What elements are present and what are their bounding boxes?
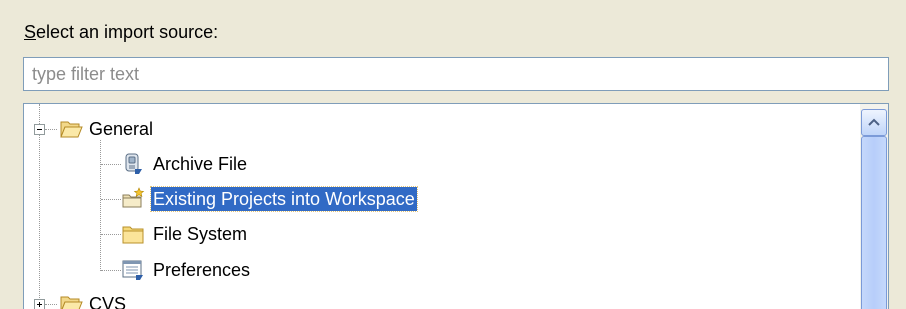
chevron-up-icon: [868, 118, 880, 126]
tree-item-label: Existing Projects into Workspace: [150, 186, 418, 212]
tree-item-general[interactable]: General: [24, 114, 854, 144]
import-source-label: Select an import source:: [24, 20, 218, 44]
open-folder-icon: [59, 292, 83, 309]
collapse-toggle[interactable]: [34, 124, 45, 135]
tree-item-label: General: [89, 119, 154, 139]
tree-item-file-system[interactable]: File System: [24, 219, 854, 249]
preferences-icon: [121, 258, 145, 282]
archive-file-icon: [121, 152, 145, 176]
tree-item-cvs[interactable]: CVS: [24, 289, 854, 309]
tree-item-label: Archive File: [153, 154, 248, 174]
tree-item-existing-projects[interactable]: Existing Projects into Workspace: [24, 184, 854, 214]
tree-item-label: File System: [153, 224, 248, 244]
import-source-label-text: elect an import source:: [36, 22, 219, 42]
scroll-up-button[interactable]: [861, 109, 887, 136]
filter-input[interactable]: [24, 58, 888, 90]
folder-icon: [121, 222, 145, 246]
tree-item-archive-file[interactable]: Archive File: [24, 149, 854, 179]
open-folder-icon: [59, 117, 83, 141]
import-source-tree[interactable]: General Archive File Existing Projects i…: [23, 103, 889, 309]
filter-field[interactable]: [23, 57, 889, 91]
tree-item-preferences[interactable]: Preferences: [24, 255, 854, 285]
scroll-thumb[interactable]: [861, 136, 887, 309]
existing-projects-icon: [121, 187, 145, 211]
mnemonic-letter: S: [24, 22, 37, 42]
tree-item-label: Preferences: [153, 260, 251, 280]
expand-toggle[interactable]: [34, 299, 45, 309]
tree-item-label: CVS: [89, 294, 127, 309]
vertical-scrollbar[interactable]: [860, 104, 888, 309]
